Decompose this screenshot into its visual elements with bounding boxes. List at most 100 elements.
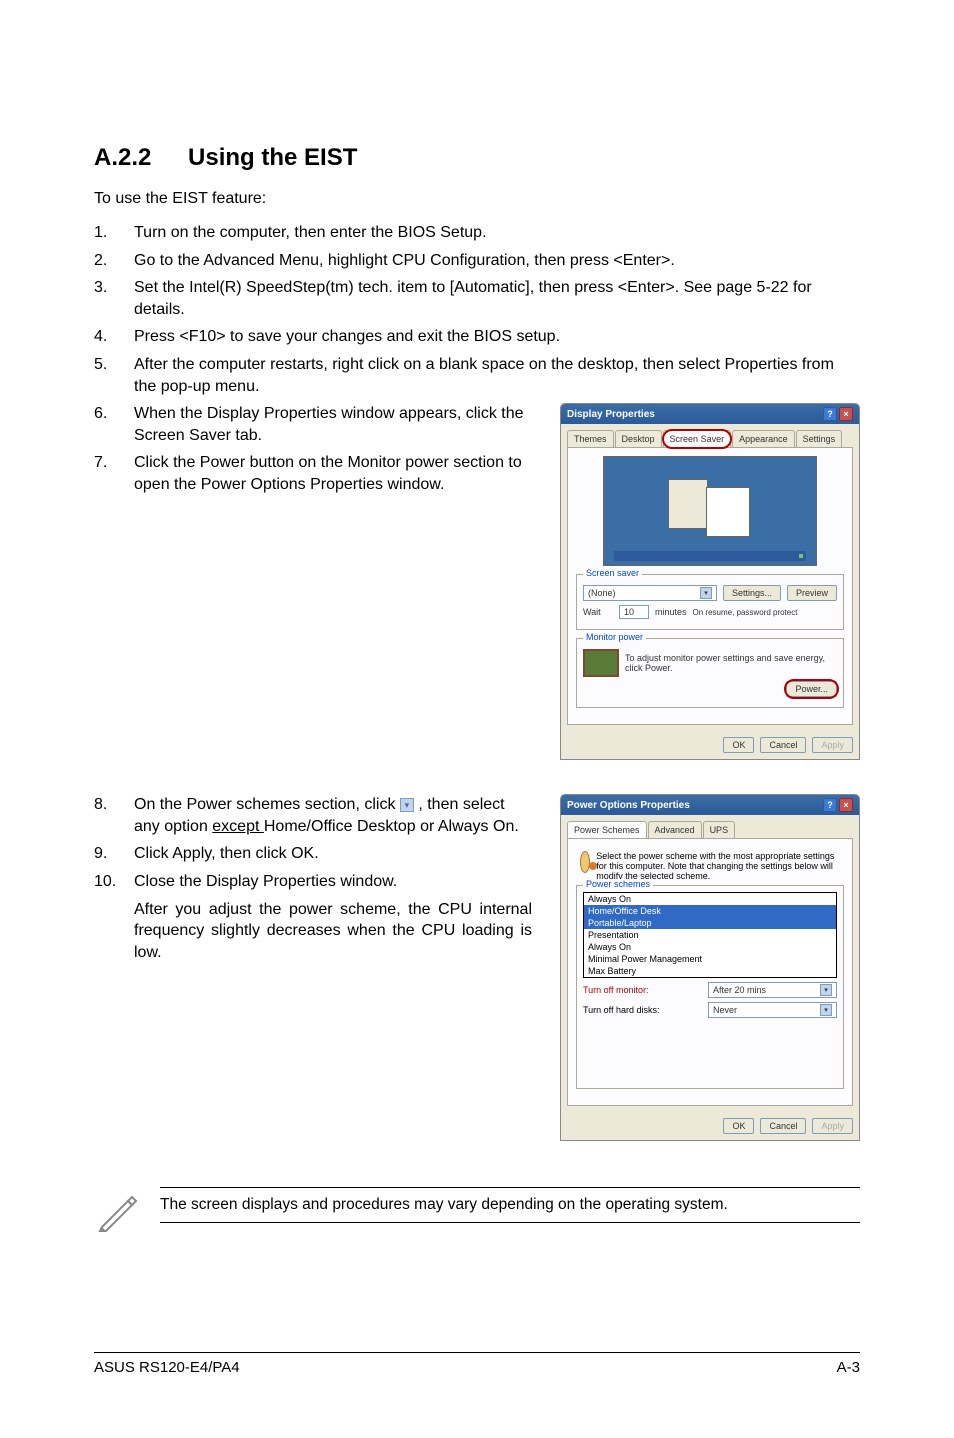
dropdown-option[interactable]: Max Battery bbox=[584, 965, 836, 977]
screensaver-select[interactable]: (None) ▾ bbox=[583, 585, 717, 601]
close-button[interactable]: × bbox=[839, 407, 853, 421]
step-text: Click Apply, then click OK. bbox=[134, 843, 532, 865]
power-options-dialog: Power Options Properties ? × Power Schem… bbox=[560, 794, 860, 1141]
chevron-down-icon: ▾ bbox=[820, 984, 832, 996]
power-options-header-text: Select the power scheme with the most ap… bbox=[596, 851, 840, 881]
step-number: 6. bbox=[94, 403, 134, 446]
tab-advanced[interactable]: Advanced bbox=[648, 821, 702, 838]
step-text: When the Display Properties window appea… bbox=[134, 403, 532, 446]
dropdown-option[interactable]: Minimal Power Management bbox=[584, 953, 836, 965]
step-item: 8. On the Power schemes section, click ▾… bbox=[94, 794, 532, 837]
steps-list-2: 8. On the Power schemes section, click ▾… bbox=[94, 794, 532, 963]
help-button[interactable]: ? bbox=[823, 798, 837, 812]
turnoff-monitor-select[interactable]: After 20 mins▾ bbox=[708, 982, 837, 998]
tab-settings[interactable]: Settings bbox=[796, 430, 843, 447]
dropdown-option[interactable]: Always On bbox=[584, 941, 836, 953]
power-options-tabs: Power Schemes Advanced UPS bbox=[561, 815, 859, 838]
tab-desktop[interactable]: Desktop bbox=[615, 430, 662, 447]
note-text: The screen displays and procedures may v… bbox=[160, 1187, 860, 1223]
screensaver-value: (None) bbox=[588, 588, 616, 598]
turnoff-hd-label: Turn off hard disks: bbox=[583, 1005, 702, 1015]
dropdown-option[interactable]: Home/Office Desk bbox=[584, 905, 836, 917]
dialog-title: Display Properties bbox=[567, 409, 655, 420]
turnoff-monitor-label: Turn off monitor: bbox=[583, 985, 702, 995]
note-box: The screen displays and procedures may v… bbox=[94, 1185, 860, 1235]
power-options-titlebar[interactable]: Power Options Properties ? × bbox=[561, 795, 859, 815]
apply-button[interactable]: Apply bbox=[812, 737, 853, 753]
steps-list-1b: 6.When the Display Properties window app… bbox=[94, 403, 532, 495]
tab-themes[interactable]: Themes bbox=[567, 430, 614, 447]
close-button[interactable]: × bbox=[839, 798, 853, 812]
chevron-down-icon: ▾ bbox=[820, 1004, 832, 1016]
dialog-title: Power Options Properties bbox=[567, 800, 690, 811]
display-properties-dialog: Display Properties ? × Themes Desktop Sc… bbox=[560, 403, 860, 760]
section-title: Using the EIST bbox=[188, 144, 357, 171]
display-tabs: Themes Desktop Screen Saver Appearance S… bbox=[561, 424, 859, 447]
steps-list-1: 1.Turn on the computer, then enter the B… bbox=[94, 222, 860, 397]
step-number: 5. bbox=[94, 354, 134, 397]
step-text: Go to the Advanced Menu, highlight CPU C… bbox=[134, 250, 860, 272]
wait-minutes: minutes bbox=[655, 607, 687, 617]
settings-button[interactable]: Settings... bbox=[723, 585, 781, 601]
apply-button[interactable]: Apply bbox=[812, 1118, 853, 1134]
step-text: On the Power schemes section, click ▾ , … bbox=[134, 794, 532, 837]
monitor-icon bbox=[583, 649, 619, 677]
pencil-icon bbox=[94, 1187, 142, 1235]
step-item: 3.Set the Intel(R) SpeedStep(tm) tech. i… bbox=[94, 277, 860, 320]
power-scheme-dropdown[interactable]: Always On Home/Office Desk Portable/Lapt… bbox=[583, 892, 837, 978]
step-number: 4. bbox=[94, 326, 134, 348]
screensaver-preview bbox=[603, 456, 817, 566]
step-number: 8. bbox=[94, 794, 134, 837]
dialog-buttons: OK Cancel Apply bbox=[561, 1112, 859, 1140]
group-legend: Screen saver bbox=[583, 568, 642, 578]
preview-button[interactable]: Preview bbox=[787, 585, 837, 601]
step-number: 7. bbox=[94, 452, 134, 495]
chevron-down-icon: ▾ bbox=[400, 798, 414, 812]
section-heading: A.2.2 Using the EIST bbox=[94, 144, 860, 172]
step-number: 1. bbox=[94, 222, 134, 244]
step-item: 6.When the Display Properties window app… bbox=[94, 403, 532, 446]
screensaver-group: Screen saver (None) ▾ Settings... Previe… bbox=[576, 574, 844, 630]
lightbulb-icon bbox=[580, 851, 590, 873]
wait-label: Wait bbox=[583, 607, 613, 617]
dropdown-option[interactable]: Presentation bbox=[584, 929, 836, 941]
step-number: 3. bbox=[94, 277, 134, 320]
step-item: 5.After the computer restarts, right cli… bbox=[94, 354, 860, 397]
step-item: 2.Go to the Advanced Menu, highlight CPU… bbox=[94, 250, 860, 272]
dialog-buttons: OK Cancel Apply bbox=[561, 731, 859, 759]
help-button[interactable]: ? bbox=[823, 407, 837, 421]
tab-power-schemes[interactable]: Power Schemes bbox=[567, 821, 647, 838]
tab-appearance[interactable]: Appearance bbox=[732, 430, 795, 447]
step-number: 9. bbox=[94, 843, 134, 865]
resume-checkbox-label[interactable]: On resume, password protect bbox=[693, 608, 798, 617]
step-text: Close the Display Properties window. Aft… bbox=[134, 871, 532, 963]
tab-screen-saver[interactable]: Screen Saver bbox=[663, 430, 732, 447]
step-text: Turn on the computer, then enter the BIO… bbox=[134, 222, 860, 244]
step-item: 4.Press <F10> to save your changes and e… bbox=[94, 326, 860, 348]
ok-button[interactable]: OK bbox=[723, 737, 754, 753]
monitor-power-text: To adjust monitor power settings and sav… bbox=[625, 653, 837, 673]
group-legend: Power schemes bbox=[583, 879, 653, 889]
step-text: Press <F10> to save your changes and exi… bbox=[134, 326, 860, 348]
footer-right: A-3 bbox=[837, 1359, 860, 1376]
step-item: 9.Click Apply, then click OK. bbox=[94, 843, 532, 865]
tab-ups[interactable]: UPS bbox=[703, 821, 736, 838]
power-button[interactable]: Power... bbox=[786, 681, 837, 697]
group-legend: Monitor power bbox=[583, 632, 646, 642]
dropdown-option[interactable]: Portable/Laptop bbox=[584, 917, 836, 929]
step-text: Set the Intel(R) SpeedStep(tm) tech. ite… bbox=[134, 277, 860, 320]
section-number: A.2.2 bbox=[94, 144, 151, 172]
dropdown-option[interactable]: Always On bbox=[584, 893, 836, 905]
monitor-power-group: Monitor power To adjust monitor power se… bbox=[576, 638, 844, 708]
page-footer: ASUS RS120-E4/PA4 A-3 bbox=[94, 1352, 860, 1376]
wait-spinner[interactable]: 10 bbox=[619, 605, 649, 619]
step-text: After the computer restarts, right click… bbox=[134, 354, 860, 397]
cancel-button[interactable]: Cancel bbox=[760, 737, 806, 753]
cancel-button[interactable]: Cancel bbox=[760, 1118, 806, 1134]
intro-text: To use the EIST feature: bbox=[94, 190, 860, 208]
step-item: 10. Close the Display Properties window.… bbox=[94, 871, 532, 963]
step-item: 1.Turn on the computer, then enter the B… bbox=[94, 222, 860, 244]
turnoff-hd-select[interactable]: Never▾ bbox=[708, 1002, 837, 1018]
display-properties-titlebar[interactable]: Display Properties ? × bbox=[561, 404, 859, 424]
ok-button[interactable]: OK bbox=[723, 1118, 754, 1134]
